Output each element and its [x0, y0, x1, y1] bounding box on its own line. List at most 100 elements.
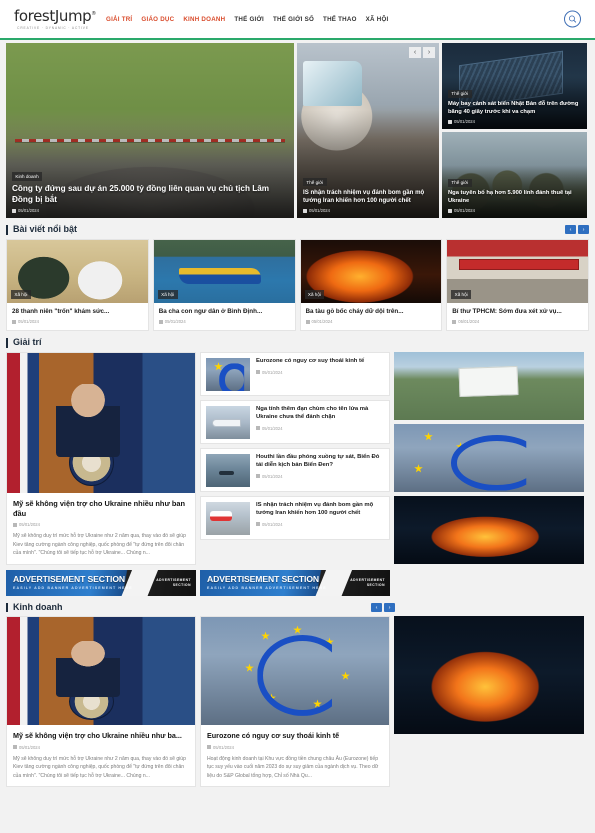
list-item[interactable]: IS nhận trách nhiệm vụ đánh bom gần mộ t…: [200, 496, 390, 541]
list-item-thumbnail: [206, 406, 250, 440]
banner-side-line2-2: SECTION: [366, 582, 385, 587]
hero-small-card-2[interactable]: Thế giới Nga tuyên bố hạ hơn 5.900 lính …: [442, 132, 587, 218]
list-item-text: Houthi lần đầu phóng xuồng tự sát, Biển …: [256, 454, 384, 486]
featured-date-4: 05/01/2024: [452, 319, 583, 324]
featured-date-3: 05/01/2024: [305, 319, 437, 324]
hero-small-date-1: 05/01/2024: [448, 119, 581, 124]
hero-carousel-arrows: ‹ ›: [409, 47, 435, 58]
hero-prev-button[interactable]: ‹: [409, 47, 421, 58]
kinhdoanh-excerpt-1: Mỹ sẽ không duy trì mức hỗ trợ Ukraine n…: [13, 755, 186, 779]
hero-mid-title: IS nhận trách nhiệm vụ đánh bom gần mộ t…: [303, 189, 425, 205]
kinhdoanh-title-2: Eurozone có nguy cơ suy thoái kinh tế: [207, 731, 340, 741]
nav-item-the-gioi-so[interactable]: THẾ GIỚI SỐ: [273, 16, 314, 23]
featured-tag-3[interactable]: Xã hội: [304, 290, 325, 299]
featured-tag-4[interactable]: Xã hội: [451, 290, 472, 299]
nav-item-xa-hoi[interactable]: XÃ HỘI: [366, 16, 389, 23]
calendar-icon: [256, 522, 260, 527]
search-button[interactable]: [564, 10, 581, 28]
list-item-date-4: 05/01/2024: [256, 522, 384, 527]
hero-mid-card[interactable]: ‹ › Thế giới IS nhận trách nhiệm vụ đánh…: [297, 43, 439, 218]
banner-side-text-1: ADVERTISEMENT SECTION: [156, 578, 191, 588]
featured-tag-1[interactable]: Xã hội: [11, 290, 31, 299]
featured-section-header: Bài viết nổi bật ‹ ›: [0, 224, 595, 235]
featured-title-2: Ba cha con ngư dân ở Bình Định...: [158, 307, 263, 315]
giaitri-feature-card[interactable]: Mỹ sẽ không viện trợ cho Ukraine nhiều n…: [6, 352, 196, 565]
featured-card[interactable]: Xã hội 28 thanh niên "trốn" khám sức... …: [6, 238, 149, 332]
nav-item-the-thao[interactable]: THỂ THAO: [323, 16, 357, 23]
banner-title-2: ADVERTISEMENT SECTION: [207, 574, 320, 585]
featured-section-arrows: ‹ ›: [565, 225, 589, 235]
list-item-text: Eurozone có nguy cơ suy thoái kinh tế 05…: [256, 358, 384, 390]
logo-trademark: ®: [91, 10, 96, 17]
featured-prev-button[interactable]: ‹: [565, 225, 576, 235]
site-logo[interactable]: forestJump® Creative · Dynamic · Active: [14, 8, 96, 30]
list-item-photo-4: [206, 502, 250, 536]
giaitri-side-image-3[interactable]: [394, 496, 584, 565]
advertisement-banner-1[interactable]: ADVERTISEMENT SECTION EASILY ADD BANNER …: [6, 569, 196, 596]
kinhdoanh-prev-button[interactable]: ‹: [371, 603, 382, 612]
giaitri-image-column: [394, 352, 584, 565]
giaitri-feature-date: 05/01/2024: [13, 522, 189, 527]
featured-card[interactable]: Xã hội Bí thư TPHCM: Sớm đưa xét xử vụ..…: [446, 238, 589, 332]
banner-subtitle-1: EASILY ADD BANNER ADVERTISEMENT HERE: [13, 585, 133, 590]
star-icon: [341, 671, 350, 680]
list-item-photo-1: [206, 358, 250, 392]
kinhdoanh-excerpt-2: Hoạt động kinh doanh tại Khu vực đồng ti…: [207, 755, 379, 779]
hero-carousel: Kinh doanh Công ty đứng sau dự án 25.000…: [0, 40, 595, 218]
kinhdoanh-next-button[interactable]: ›: [384, 603, 395, 612]
featured-title-1: 28 thanh niên "trốn" khám sức...: [12, 307, 110, 315]
banner-side-line2-1: SECTION: [172, 582, 191, 587]
hero-small-caption-1: Thế giới Máy bay cảnh sát biển Nhật Bản …: [442, 77, 587, 129]
star-icon: [414, 464, 423, 473]
featured-title-3: Ba tàu gỗ bốc cháy dữ dội trên...: [305, 307, 404, 315]
calendar-icon: [12, 208, 16, 213]
calendar-icon: [256, 370, 260, 375]
giaitri-section: Mỹ sẽ không viện trợ cho Ukraine nhiều n…: [0, 352, 595, 565]
featured-tag-2[interactable]: Xã hội: [157, 290, 178, 299]
nav-item-the-gioi[interactable]: THẾ GIỚI: [234, 16, 264, 23]
hero-main-card[interactable]: Kinh doanh Công ty đứng sau dự án 25.000…: [6, 43, 294, 218]
kinhdoanh-section-arrows: ‹ ›: [371, 603, 395, 612]
featured-thumbnail: Xã hội: [7, 239, 148, 303]
hero-main-tag[interactable]: Kinh doanh: [12, 172, 43, 181]
kinhdoanh-card-1[interactable]: Mỹ sẽ không viện trợ cho Ukraine nhiều n…: [6, 616, 196, 787]
nav-item-giao-duc[interactable]: GIÁO DỤC: [141, 16, 174, 23]
list-item[interactable]: Nga tính thêm đạn chùm cho tên lửa mà Uk…: [200, 400, 390, 445]
hero-small-card-1[interactable]: Thế giới Máy bay cảnh sát biển Nhật Bản …: [442, 43, 587, 129]
calendar-icon: [207, 745, 211, 750]
featured-next-button[interactable]: ›: [578, 225, 589, 235]
nav-item-giai-tri[interactable]: GIẢI TRÍ: [106, 16, 132, 23]
hero-small-tag-1[interactable]: Thế giới: [448, 89, 472, 99]
kinhdoanh-body-1: Mỹ sẽ không viện trợ cho Ukraine nhiều n…: [7, 725, 195, 786]
featured-date-1: 05/01/2024: [12, 319, 143, 324]
list-item-text: Nga tính thêm đạn chùm cho tên lửa mà Uk…: [256, 406, 384, 438]
hero-next-button[interactable]: ›: [423, 47, 435, 58]
site-header: forestJump® Creative · Dynamic · Active …: [0, 0, 595, 40]
main-nav: GIẢI TRÍ GIÁO DỤC KINH DOANH THẾ GIỚI TH…: [106, 16, 389, 23]
seal-icon: [69, 438, 115, 487]
giaitri-side-image-2[interactable]: [394, 424, 584, 493]
featured-card[interactable]: Xã hội Ba cha con ngư dân ở Bình Định...…: [152, 238, 296, 332]
giaitri-section-title: Giải trí: [6, 337, 42, 349]
kinhdoanh-side-image[interactable]: [394, 616, 584, 735]
advertisement-banner-2[interactable]: ADVERTISEMENT SECTION EASILY ADD BANNER …: [200, 569, 390, 596]
giaitri-side-image-1[interactable]: [394, 352, 584, 421]
hero-mid-date: 05/01/2024: [303, 208, 433, 213]
list-item[interactable]: Houthi lần đầu phóng xuồng tự sát, Biển …: [200, 448, 390, 493]
nav-item-kinh-doanh[interactable]: KINH DOANH: [183, 16, 225, 23]
giaitri-feature-image: [7, 353, 195, 494]
hero-small-tag-2[interactable]: Thế giới: [448, 178, 472, 188]
featured-card[interactable]: Xã hội Ba tàu gỗ bốc cháy dữ dội trên...…: [299, 238, 443, 332]
protest-photo: [394, 352, 584, 421]
kinhdoanh-card-2[interactable]: Eurozone có nguy cơ suy thoái kinh tế 05…: [200, 616, 390, 787]
featured-body: 28 thanh niên "trốn" khám sức... 05/01/2…: [7, 303, 148, 330]
list-item[interactable]: Eurozone có nguy cơ suy thoái kinh tế 05…: [200, 352, 390, 397]
hero-small-date-2: 05/01/2024: [448, 208, 581, 213]
list-item-title-3: Houthi lần đầu phóng xuồng tự sát, Biển …: [256, 454, 380, 468]
kinhdoanh-date-1: 05/01/2024: [13, 745, 189, 750]
calendar-icon: [305, 319, 310, 324]
giaitri-feature-title: Mỹ sẽ không viện trợ cho Ukraine nhiều n…: [13, 499, 185, 518]
banner-side-text-2: ADVERTISEMENT SECTION: [350, 578, 385, 588]
hero-mid-caption: Thế giới IS nhận trách nhiệm vụ đánh bom…: [297, 166, 439, 218]
hero-mid-tag[interactable]: Thế giới: [303, 177, 327, 187]
